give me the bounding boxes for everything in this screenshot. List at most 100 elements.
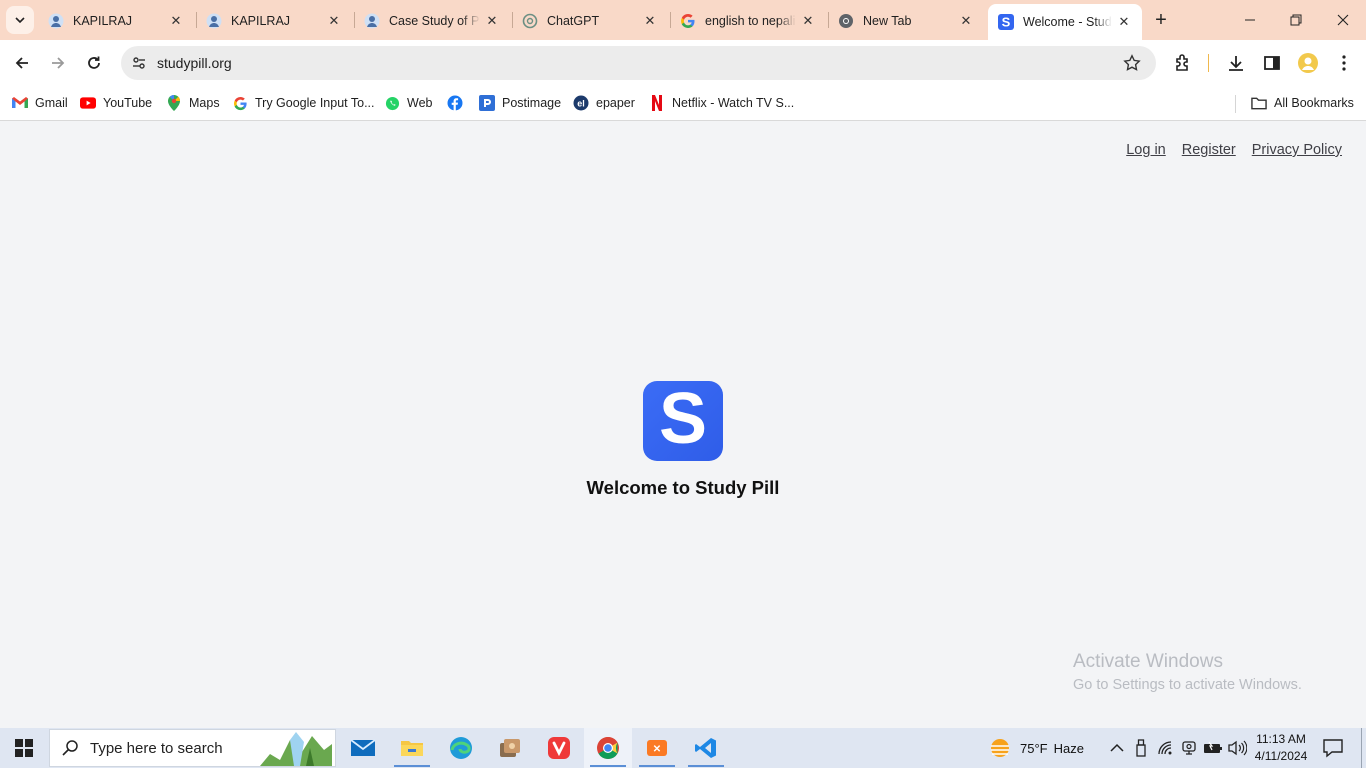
browser-toolbar: studypill.org [0,40,1366,86]
maps-icon [166,95,182,111]
notification-icon[interactable] [1322,738,1344,758]
close-icon[interactable]: ✕ [168,13,184,29]
tab-title: Welcome - Study [1023,15,1112,29]
bookmark-google-input[interactable]: Try Google Input To... [232,92,375,114]
profile-icon [48,13,64,29]
close-icon[interactable]: ✕ [958,13,974,29]
close-window-button[interactable] [1320,0,1366,40]
tab-4[interactable]: ChatGPT ✕ [512,6,668,36]
menu-icon[interactable] [1332,51,1356,75]
bookmark-label: Netflix - Watch TV S... [672,96,795,110]
profile-icon [364,13,380,29]
tab-7-active[interactable]: S Welcome - Study ✕ [988,4,1142,40]
side-panel-icon[interactable] [1260,51,1284,75]
new-tab-button[interactable]: + [1150,9,1172,31]
volume-icon[interactable] [1227,738,1247,758]
bookmark-star-icon[interactable] [1122,53,1142,73]
login-link[interactable]: Log in [1126,142,1166,158]
edge-app[interactable] [437,728,485,768]
address-bar[interactable]: studypill.org [121,46,1156,80]
show-desktop-button[interactable] [1361,728,1362,768]
studypill-icon: S [998,14,1014,30]
watermark-subtitle: Go to Settings to activate Windows. [1073,677,1302,693]
tab-title: New Tab [863,14,912,28]
all-bookmarks-button[interactable]: All Bookmarks [1251,92,1354,114]
epaper-icon: el [573,95,589,111]
toolbar-divider [1208,54,1209,72]
bookmarks-divider [1235,95,1236,113]
profile-icon [206,13,222,29]
tab-5[interactable]: english to nepali ✕ [670,6,826,36]
extensions-icon[interactable] [1171,51,1195,75]
bookmark-maps[interactable]: Maps [166,92,220,114]
windows-icon [15,739,33,757]
forward-button[interactable] [44,49,72,77]
xampp-app[interactable]: ✕ [633,728,681,768]
tab-title: KAPILRAJ [231,14,291,28]
photos-app[interactable] [486,728,534,768]
page-title: Welcome to Study Pill [586,477,780,498]
site-settings-icon[interactable] [127,51,151,75]
vivaldi-app[interactable] [535,728,583,768]
file-explorer-app[interactable] [388,728,436,768]
close-icon [1337,14,1349,26]
header-nav: Log in Register Privacy Policy [1126,142,1342,158]
mail-icon [350,739,376,756]
minimize-button[interactable] [1227,0,1273,40]
mail-app[interactable] [339,728,387,768]
close-icon[interactable]: ✕ [800,13,816,29]
avatar[interactable] [1296,51,1320,75]
close-icon[interactable]: ✕ [1116,14,1132,30]
chrome-icon [838,13,854,29]
download-icon[interactable] [1224,51,1248,75]
close-icon[interactable]: ✕ [642,13,658,29]
netflix-icon [649,95,665,111]
tab-title: english to nepali [705,14,796,28]
chrome-icon [597,737,619,759]
chrome-app[interactable] [584,728,632,768]
tab-title: ChatGPT [547,14,600,28]
close-icon[interactable]: ✕ [484,13,500,29]
reload-button[interactable] [80,49,108,77]
url-text[interactable]: studypill.org [157,55,232,71]
svg-text:el: el [577,99,585,109]
tab-search-button[interactable] [6,6,34,34]
svg-text:S: S [1002,15,1011,30]
clock-time: 11:13 AM [1256,732,1306,746]
bookmark-postimage[interactable]: Postimage [479,92,561,114]
privacy-policy-link[interactable]: Privacy Policy [1252,142,1342,158]
tab-6[interactable]: New Tab ✕ [828,6,984,36]
search-input[interactable] [90,739,270,757]
system-clock[interactable]: 11:13 AM 4/11/2024 [1252,731,1310,765]
back-button[interactable] [8,49,36,77]
bookmark-label: Web [407,96,433,110]
close-icon[interactable]: ✕ [326,13,342,29]
facebook-icon [447,95,463,111]
google-icon [232,95,248,111]
taskbar-search[interactable] [49,729,336,767]
tab-3[interactable]: Case Study of Pr ✕ [354,6,510,36]
network-icon[interactable] [1179,738,1199,758]
tab-2[interactable]: KAPILRAJ ✕ [196,6,352,36]
bookmark-label: Gmail [35,96,68,110]
tab-1[interactable]: KAPILRAJ ✕ [38,6,194,36]
bookmark-gmail[interactable]: Gmail [12,92,68,114]
wifi-icon[interactable] [1156,738,1176,758]
chevron-up-icon[interactable] [1107,738,1127,758]
restore-button[interactable] [1273,0,1319,40]
bookmark-facebook[interactable] [447,92,470,114]
bookmark-label: All Bookmarks [1274,96,1354,110]
weather-widget[interactable]: 75°F Haze [988,728,1084,768]
tab-title: Case Study of Pr [389,14,480,28]
usb-icon[interactable] [1131,738,1151,758]
battery-icon[interactable] [1203,738,1223,758]
bookmark-whatsapp-web[interactable]: Web [384,92,432,114]
bookmark-netflix[interactable]: Netflix - Watch TV S... [649,92,794,114]
xampp-icon: ✕ [647,740,667,756]
bookmark-youtube[interactable]: YouTube [80,92,152,114]
register-link[interactable]: Register [1182,142,1236,158]
watermark-title: Activate Windows [1073,651,1223,672]
bookmark-epaper[interactable]: el epaper [573,92,635,114]
start-button[interactable] [0,728,48,768]
vscode-app[interactable] [682,728,730,768]
